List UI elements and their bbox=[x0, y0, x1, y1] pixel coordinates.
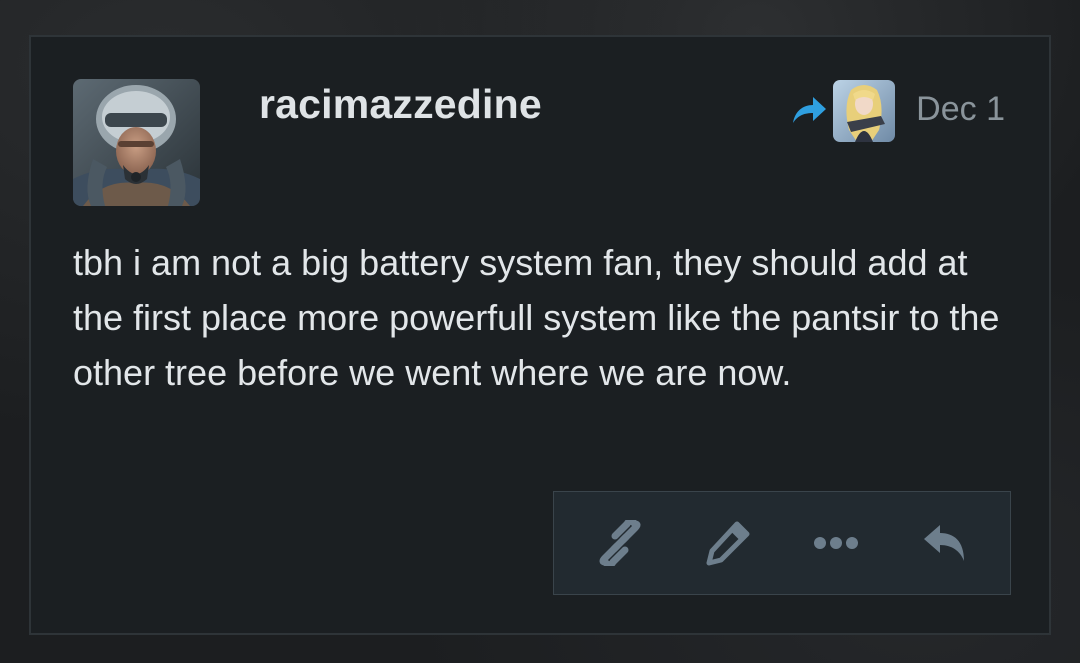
ellipsis-icon bbox=[814, 537, 858, 549]
username[interactable]: racimazzedine bbox=[259, 81, 542, 128]
post-body: tbh i am not a big battery system fan, t… bbox=[73, 242, 1000, 393]
post-card: racimazzedine Dec 1 tbh i am not a big b… bbox=[29, 35, 1051, 635]
user-avatar[interactable] bbox=[73, 79, 200, 206]
reply-button[interactable] bbox=[912, 511, 976, 575]
post-date[interactable]: Dec 1 bbox=[916, 90, 1005, 129]
post-actions bbox=[553, 491, 1011, 595]
share-arrow-icon bbox=[789, 93, 829, 129]
replied-user-avatar[interactable] bbox=[833, 80, 895, 142]
copy-link-button[interactable] bbox=[588, 511, 652, 575]
pencil-icon bbox=[706, 521, 750, 566]
reply-to-indicator[interactable] bbox=[789, 79, 895, 143]
link-icon bbox=[599, 520, 641, 566]
edit-button[interactable] bbox=[696, 511, 760, 575]
anime-avatar-image bbox=[833, 80, 895, 142]
more-options-button[interactable] bbox=[804, 511, 868, 575]
reply-icon bbox=[924, 525, 964, 561]
pilot-avatar-image bbox=[73, 79, 200, 206]
